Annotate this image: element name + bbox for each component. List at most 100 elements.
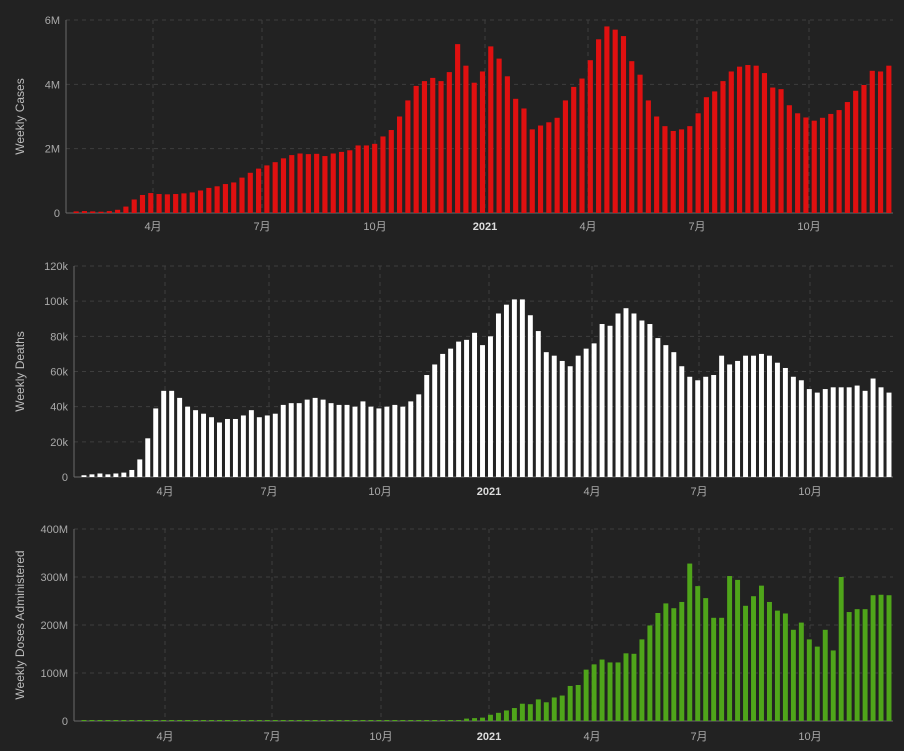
bar [645, 100, 651, 213]
bar [352, 406, 358, 477]
x-tick-label: 7月 [690, 731, 707, 743]
bar [639, 639, 645, 721]
bar [264, 720, 270, 721]
bar [587, 60, 593, 214]
bar [735, 579, 741, 721]
bar [338, 151, 345, 213]
bar [819, 117, 826, 213]
bar [314, 153, 320, 213]
x-tick-label: 2021 [477, 486, 501, 498]
bar [272, 413, 278, 477]
bar [416, 394, 422, 477]
bar [256, 417, 262, 477]
bar [527, 704, 533, 721]
y-tick-label: 40k [50, 402, 68, 414]
bar [551, 697, 557, 721]
bar [240, 720, 246, 721]
bar [479, 71, 486, 213]
bar [137, 459, 143, 477]
bar [312, 397, 318, 478]
bar [583, 348, 589, 477]
bar [615, 313, 621, 477]
y-axis-title: Weekly Deaths [13, 331, 27, 411]
bar [217, 720, 222, 721]
bar [671, 608, 677, 721]
bar [115, 209, 121, 213]
bar [222, 184, 228, 213]
bar [320, 399, 326, 477]
bar [778, 89, 784, 213]
bar [527, 315, 533, 477]
bar [177, 720, 183, 721]
bar [408, 720, 414, 721]
bar [432, 364, 438, 477]
y-tick-label: 4M [45, 79, 60, 91]
bar-series [73, 26, 892, 214]
bar [438, 81, 444, 214]
bar [98, 211, 104, 213]
bar [400, 720, 406, 721]
x-tick-label: 7月 [263, 731, 280, 743]
bar [156, 194, 162, 213]
bar [201, 720, 207, 721]
bar [663, 345, 669, 478]
bar [846, 612, 852, 721]
bar [495, 313, 501, 477]
bar [397, 116, 403, 213]
x-tick-label: 4月 [156, 486, 173, 498]
bar [774, 362, 780, 477]
y-tick-label: 400M [40, 524, 68, 536]
y-tick-label: 20k [50, 437, 68, 449]
bar [737, 66, 743, 213]
bar [620, 36, 627, 213]
bar [703, 598, 709, 721]
bar [206, 187, 212, 213]
charts-stage: 0 2M 4M 6M 4月 7月 10月 2021 4月 7月 10月 Weekly Cases 0 20… [0, 0, 904, 746]
bar [719, 355, 725, 477]
bar [177, 397, 183, 478]
y-tick-label: 0 [62, 716, 68, 728]
bar [559, 695, 565, 721]
bar [181, 193, 187, 213]
bar [408, 401, 414, 477]
bar [197, 190, 204, 213]
bar [647, 324, 653, 477]
bar [193, 410, 199, 477]
x-tick-label: 7月 [688, 221, 705, 233]
x-tick-label: 10月 [797, 221, 820, 233]
bar [129, 469, 135, 477]
x-tick-label: 7月 [253, 221, 270, 233]
bar [81, 475, 87, 477]
bar [169, 720, 175, 721]
x-tick-label: 4月 [583, 486, 600, 498]
bar [579, 78, 585, 213]
bar [376, 720, 382, 721]
bar [121, 472, 127, 477]
bar [256, 168, 262, 213]
bar [304, 399, 310, 477]
bar [511, 708, 517, 721]
bar [368, 720, 374, 721]
bar [90, 211, 96, 213]
bar [596, 39, 602, 213]
bar [727, 364, 733, 477]
bar [169, 390, 175, 477]
bar [456, 720, 462, 721]
x-tick-label: 2021 [477, 731, 501, 743]
x-tick-label: 4月 [583, 731, 600, 743]
bar [678, 129, 685, 213]
bar [123, 206, 129, 213]
bar [113, 720, 119, 721]
bar [488, 46, 494, 213]
bar [543, 702, 549, 721]
bar [869, 70, 875, 213]
bar [679, 601, 685, 721]
bar [248, 720, 254, 721]
bar [631, 653, 637, 721]
bar [711, 375, 717, 477]
bar [189, 192, 195, 213]
bar [790, 629, 796, 721]
bar [217, 422, 222, 477]
bar [248, 410, 254, 477]
bar [670, 130, 676, 213]
